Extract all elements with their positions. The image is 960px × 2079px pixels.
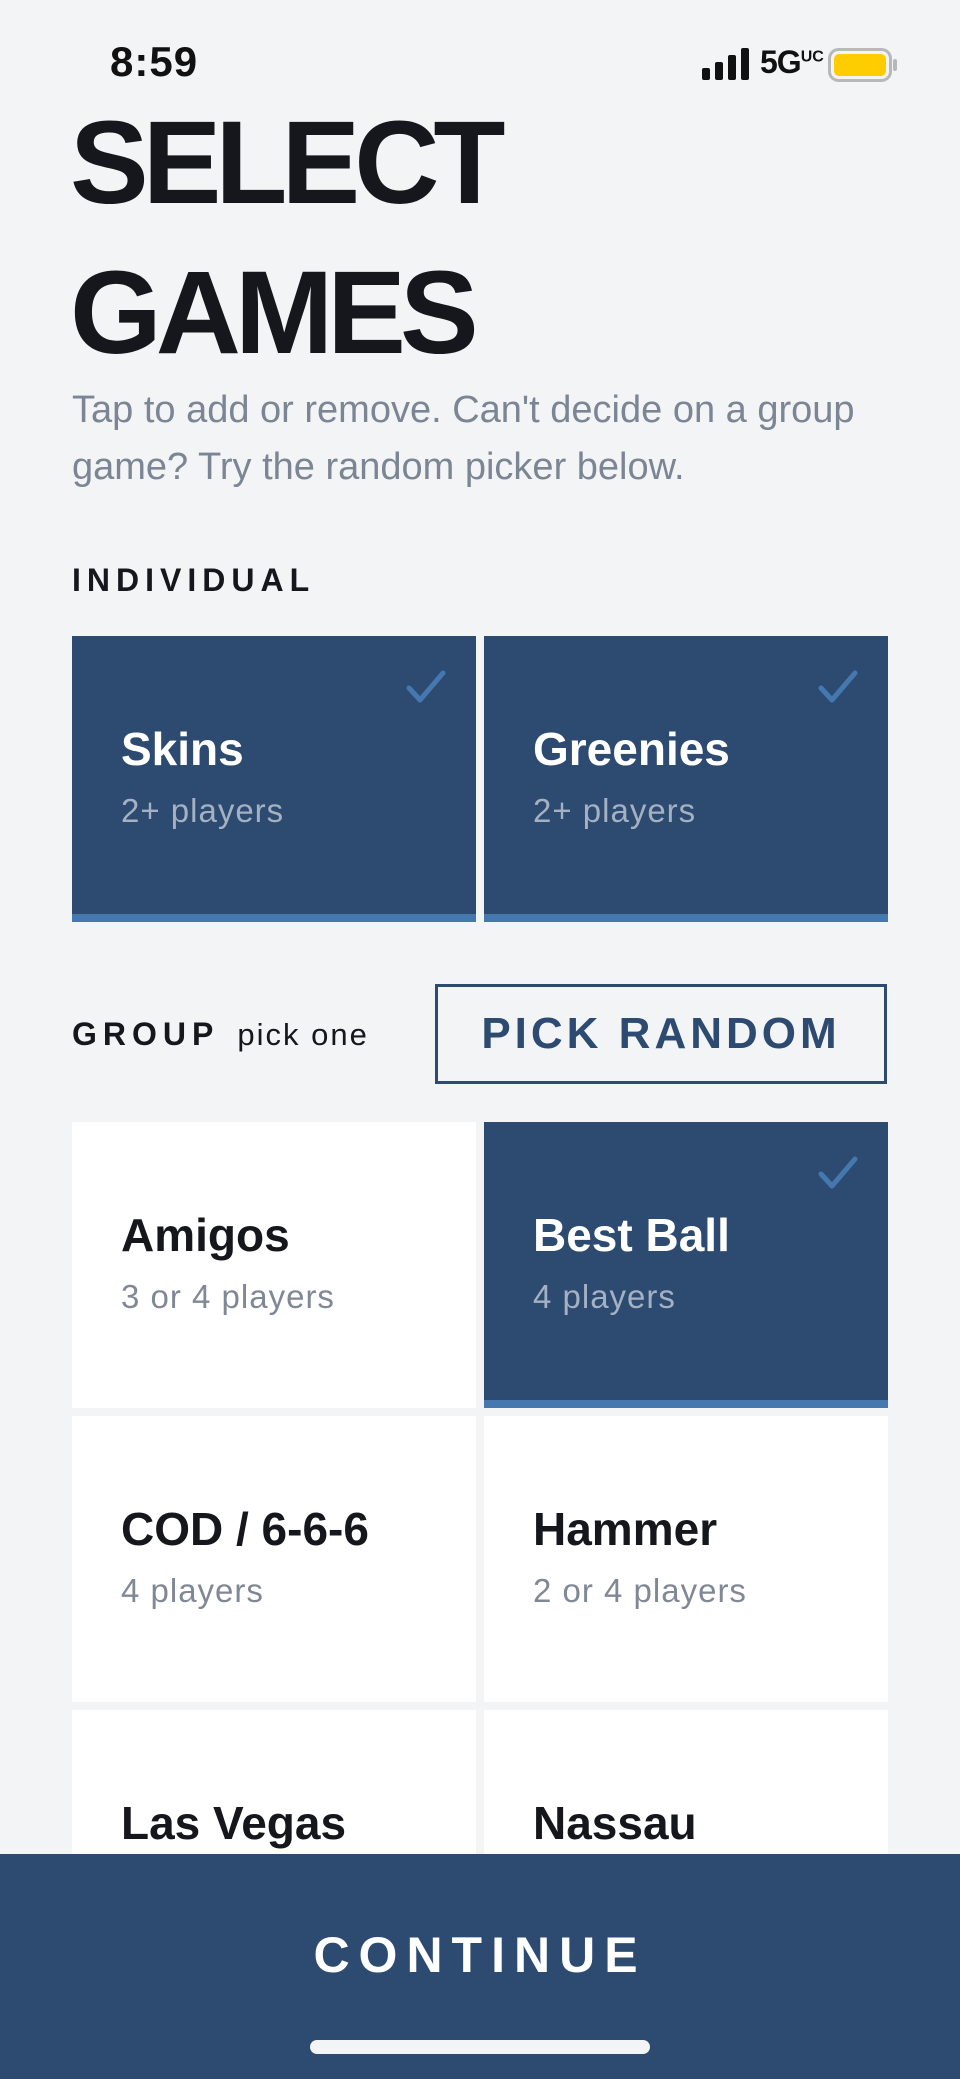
- game-card-name: Best Ball: [533, 1209, 730, 1261]
- game-card-players: 2+ players: [121, 792, 285, 829]
- check-icon: [406, 670, 446, 703]
- game-card-players: 2 or 4 players: [533, 1572, 747, 1609]
- page-title-line-1: SELECT: [70, 97, 506, 229]
- game-card-best-ball[interactable]: Best Ball 4 players: [484, 1122, 888, 1408]
- game-card-name: COD / 6-6-6: [121, 1503, 369, 1555]
- continue-label: CONTINUE: [313, 1927, 647, 1983]
- game-card-skins[interactable]: Skins 2+ players: [72, 636, 476, 922]
- check-icon: [818, 1156, 858, 1189]
- game-card-players: 4 players: [533, 1278, 676, 1315]
- game-card-name: Nassau: [533, 1797, 697, 1849]
- pick-random-button[interactable]: PICK RANDOM: [435, 984, 887, 1084]
- game-card-cod-6-6-6[interactable]: COD / 6-6-6 4 players: [72, 1416, 476, 1702]
- group-section-label: GROUP: [72, 1016, 220, 1052]
- individual-section-label: INDIVIDUAL: [72, 562, 316, 598]
- game-card-players: 3 or 4 players: [121, 1278, 335, 1315]
- game-card-players: 4 players: [121, 1572, 264, 1609]
- page-title: SELECT GAMES: [70, 88, 870, 388]
- battery-icon: [828, 48, 897, 82]
- status-time: 8:59: [110, 38, 199, 85]
- game-card-name: Las Vegas: [121, 1797, 347, 1849]
- check-icon: [818, 670, 858, 703]
- individual-games-grid: Skins 2+ players Greenies 2+ players: [72, 636, 888, 922]
- cellular-signal-icon: [702, 48, 749, 80]
- home-indicator[interactable]: [310, 2040, 650, 2054]
- group-section-hint: pick one: [237, 1017, 369, 1052]
- continue-button[interactable]: CONTINUE: [0, 1854, 960, 2079]
- game-card-amigos[interactable]: Amigos 3 or 4 players: [72, 1122, 476, 1408]
- page-title-line-2: GAMES: [70, 247, 479, 379]
- game-card-name: Greenies: [533, 723, 730, 775]
- game-card-greenies[interactable]: Greenies 2+ players: [484, 636, 888, 922]
- game-card-name: Hammer: [533, 1503, 718, 1555]
- game-card-hammer[interactable]: Hammer 2 or 4 players: [484, 1416, 888, 1702]
- network-label: 5GUC: [760, 44, 824, 80]
- game-card-players: 2+ players: [533, 792, 697, 829]
- game-card-name: Skins: [121, 723, 244, 775]
- page-subtitle: Tap to add or remove. Can't decide on a …: [72, 389, 855, 488]
- group-section-header: GROUP pick one: [72, 1016, 369, 1053]
- game-card-name: Amigos: [121, 1209, 290, 1261]
